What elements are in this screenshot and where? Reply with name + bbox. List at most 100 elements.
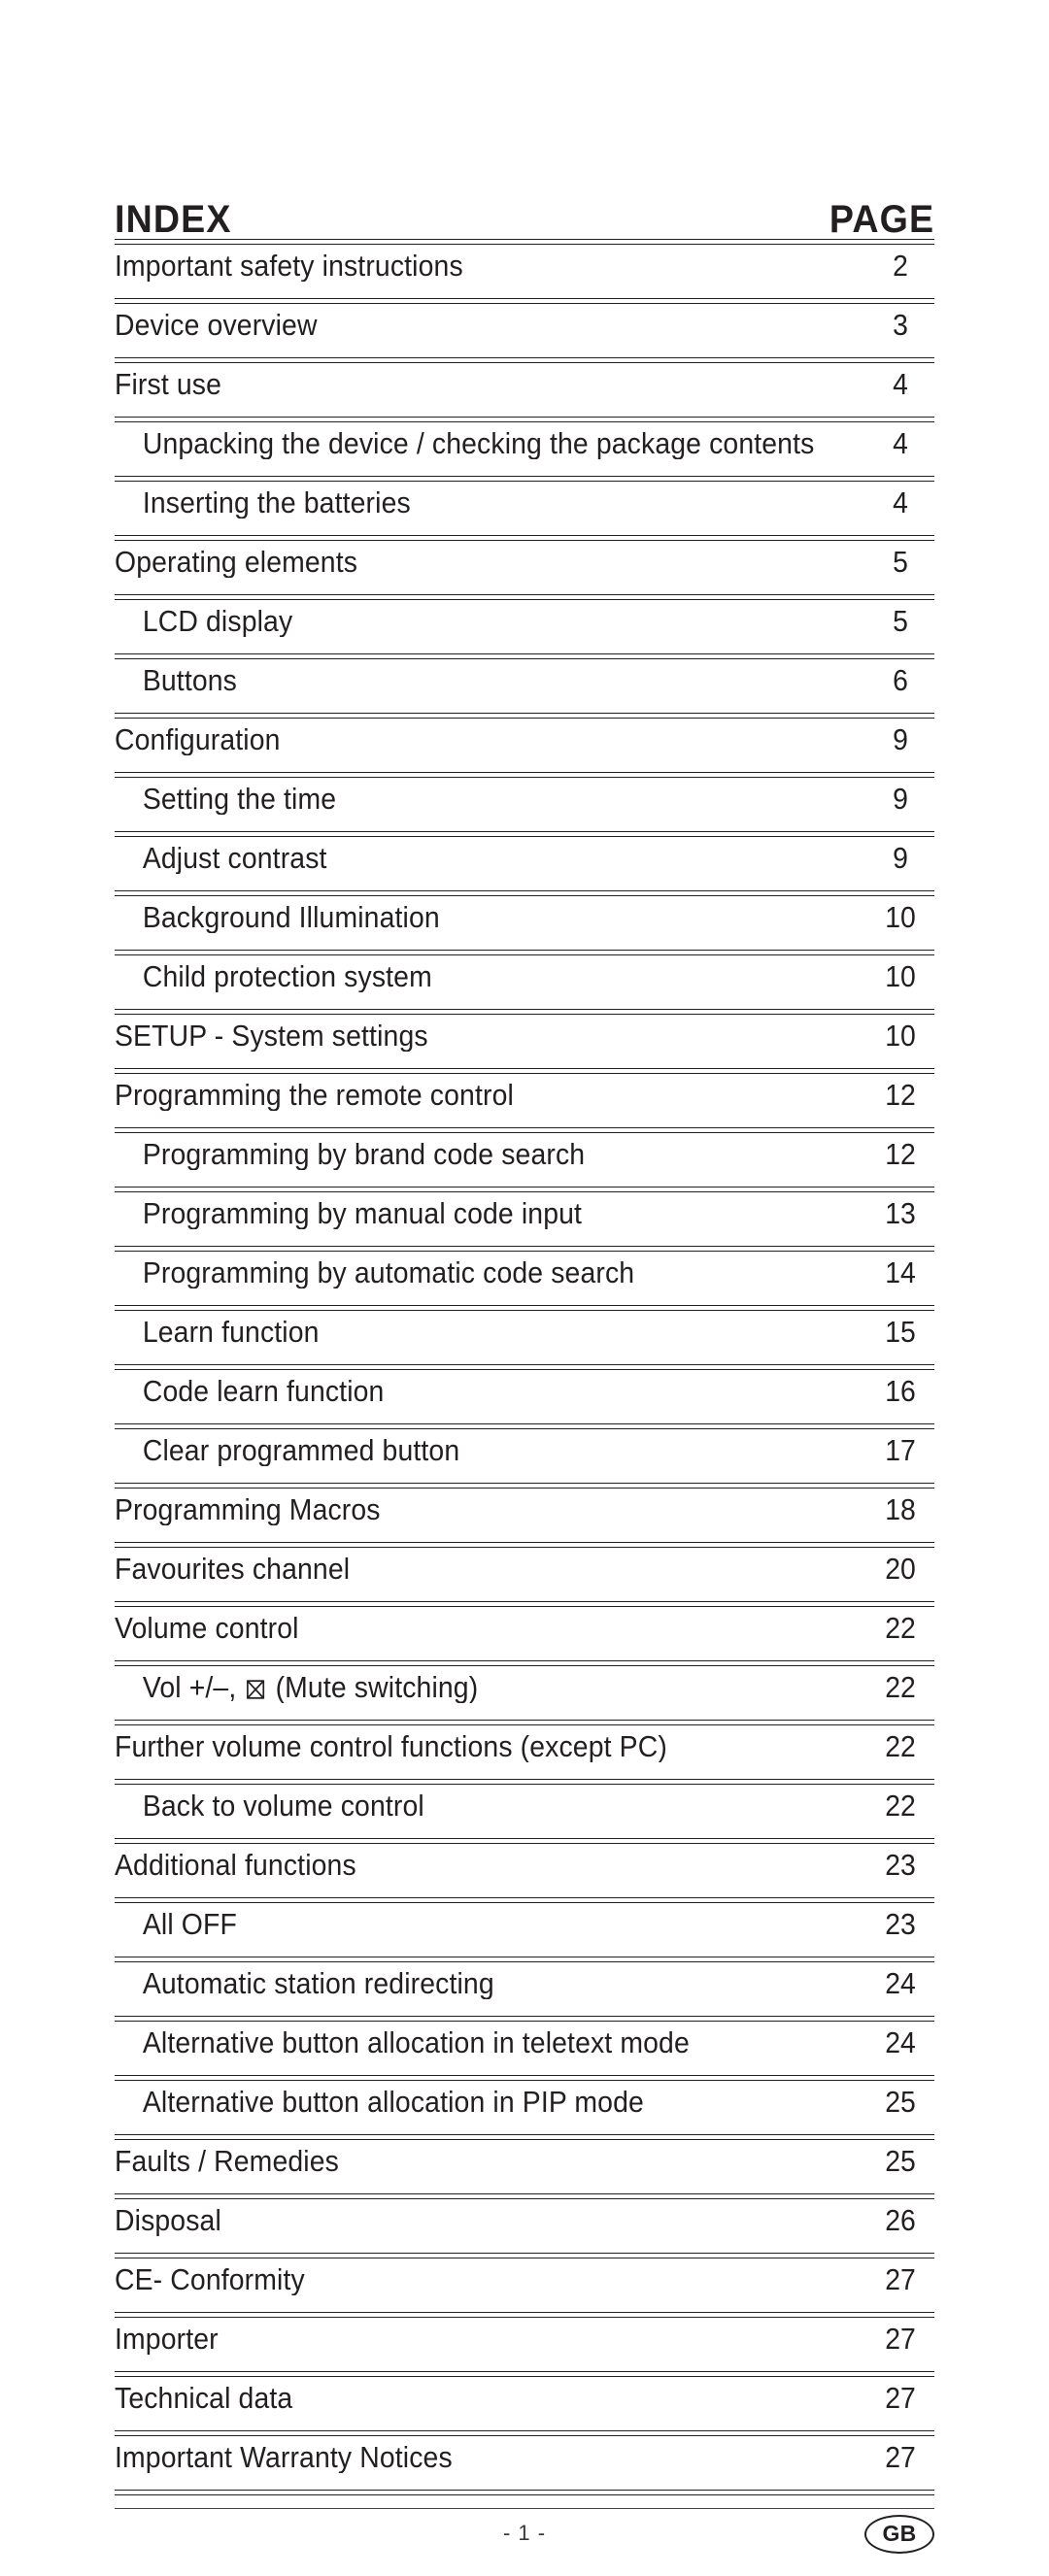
toc-entry-label: Further volume control functions (except… [115,1731,667,1763]
document-page: INDEX PAGE Important safety instructions… [0,0,1049,2554]
toc-entry-page-number: 24 [885,2026,916,2059]
toc-entry-page-number: 9 [893,842,908,875]
toc-entry-label: CE- Conformity [115,2264,305,2296]
toc-entry[interactable]: Faults / Remedies 25 [115,2140,934,2193]
toc-entry[interactable]: Programming the remote control 12 [115,1074,934,1127]
toc-entry-page-number: 22 [885,1730,916,1763]
toc-entry[interactable]: Further volume control functions (except… [115,1725,934,1779]
toc-entry-page-number: 6 [893,664,908,697]
toc-entry[interactable]: Code learn function 16 [115,1370,934,1423]
toc-entry-page-number: 26 [885,2204,916,2237]
toc-content: INDEX PAGE Important safety instructions… [115,0,934,2576]
toc-entry-label: Faults / Remedies [115,2146,339,2178]
toc-entry[interactable]: Adjust contrast 9 [115,837,934,890]
toc-entry[interactable]: Buttons 6 [115,659,934,713]
toc-entry-label: Back to volume control [142,1790,424,1823]
toc-entry[interactable]: Vol +/–, (Mute switching) 22 [115,1666,934,1720]
toc-entry-page-number: 18 [885,1493,916,1526]
toc-entry-label: Programming by brand code search [142,1139,586,1171]
toc-entry[interactable]: Programming by manual code input 13 [115,1192,934,1246]
toc-entry-page-number: 27 [885,2441,916,2474]
toc-entry[interactable]: SETUP - System settings 10 [115,1015,934,1068]
toc-entry-label: Child protection system [142,961,432,993]
toc-entry-label: Unpacking the device / checking the pack… [142,428,814,460]
toc-entry-label: Disposal [115,2205,221,2237]
toc-entry-page-number: 10 [885,1020,916,1053]
toc-entry[interactable]: Clear programmed button 17 [115,1429,934,1483]
toc-entry-label: Additional functions [115,1850,356,1882]
toc-entry[interactable]: Important Warranty Notices 27 [115,2436,934,2490]
toc-entry[interactable]: Child protection system 10 [115,955,934,1009]
toc-entry-label: Programming the remote control [115,1080,514,1112]
toc-entry[interactable]: Setting the time 9 [115,778,934,831]
toc-entry-label: Operating elements [115,547,358,579]
toc-entry[interactable]: Additional functions 23 [115,1844,934,1897]
toc-entry[interactable]: Background Illumination 10 [115,896,934,950]
toc-entry-page-number: 13 [885,1197,916,1230]
toc-entry-page-number: 10 [885,960,916,993]
toc-entry-label: Alternative button allocation in teletex… [142,2027,690,2059]
toc-entry[interactable]: Learn function 15 [115,1311,934,1364]
toc-entry-label: All OFF [142,1909,237,1941]
toc-list: Important safety instructions 2 Device ove… [115,245,934,2495]
toc-entry-page-number: 4 [893,486,908,519]
toc-entry-label: Volume control [115,1613,299,1645]
toc-entry[interactable]: Alternative button allocation in PIP mod… [115,2081,934,2134]
toc-entry[interactable]: Favourites channel 20 [115,1548,934,1601]
toc-entry-label: Favourites channel [115,1554,351,1586]
toc-entry-page-number: 27 [885,2382,916,2415]
toc-entry[interactable]: Automatic station redirecting 24 [115,1962,934,2016]
toc-entry-page-number: 9 [893,723,908,756]
language-code-label: GB [882,2521,917,2546]
toc-entry[interactable]: Volume control 22 [115,1607,934,1660]
toc-entry-label: Importer [115,2324,219,2356]
toc-entry-page-number: 22 [885,1612,916,1645]
toc-entry-page-number: 24 [885,1967,916,2000]
toc-entry-page-number: 20 [885,1553,916,1586]
toc-entry[interactable]: Unpacking the device / checking the pack… [115,422,934,476]
toc-entry-page-number: 14 [885,1256,916,1289]
toc-entry[interactable]: Device overview 3 [115,304,934,357]
toc-entry[interactable]: Important safety instructions 2 [115,245,934,298]
toc-entry-page-number: 25 [885,2145,916,2178]
toc-entry-label: SETUP - System settings [115,1020,428,1053]
toc-entry[interactable]: Back to volume control 22 [115,1785,934,1838]
toc-entry[interactable]: Programming by brand code search 12 [115,1133,934,1187]
toc-entry-page-number: 5 [893,546,908,579]
toc-entry[interactable]: Operating elements 5 [115,541,934,594]
toc-entry[interactable]: All OFF 23 [115,1903,934,1957]
toc-entry-page-number: 25 [885,2086,916,2119]
toc-entry-label: LCD display [142,606,293,638]
toc-entry[interactable]: Technical data 27 [115,2377,934,2430]
footer-inner: - 1 - GB [115,2509,934,2567]
toc-entry-page-number: 23 [885,1849,916,1882]
index-heading: INDEX [115,198,232,241]
toc-entry[interactable]: Alternative button allocation in teletex… [115,2022,934,2075]
toc-entry[interactable]: Inserting the batteries 4 [115,482,934,535]
mute-icon [246,1678,265,1701]
toc-entry-label: Adjust contrast [142,843,327,875]
toc-entry[interactable]: Importer 27 [115,2318,934,2371]
toc-entry[interactable]: Programming Macros 18 [115,1489,934,1542]
toc-entry-page-number: 23 [885,1908,916,1941]
toc-entry-page-number: 9 [893,783,908,816]
toc-entry-label: Setting the time [142,784,337,816]
toc-entry[interactable]: First use 4 [115,363,934,417]
toc-entry-label: Programming by manual code input [142,1198,583,1230]
toc-entry[interactable]: LCD display 5 [115,600,934,653]
toc-entry[interactable]: Disposal 26 [115,2199,934,2253]
toc-entry-label: Alternative button allocation in PIP mod… [142,2087,644,2119]
language-badge: GB [864,2515,934,2554]
row-separator [115,2490,934,2495]
toc-entry-page-number: 12 [885,1138,916,1171]
toc-entry-label: Code learn function [142,1376,385,1408]
toc-entry[interactable]: Configuration 9 [115,719,934,772]
toc-entry[interactable]: CE- Conformity 27 [115,2258,934,2312]
toc-entry-page-number: 27 [885,2263,916,2296]
toc-entry-page-number: 27 [885,2323,916,2356]
toc-entry-label: Automatic station redirecting [142,1968,494,2000]
toc-entry[interactable]: Programming by automatic code search 14 [115,1252,934,1305]
toc-entry-label: Programming Macros [115,1494,381,1526]
toc-entry-label: Background Illumination [142,902,440,934]
page-footer: - 1 - GB [115,2508,934,2576]
